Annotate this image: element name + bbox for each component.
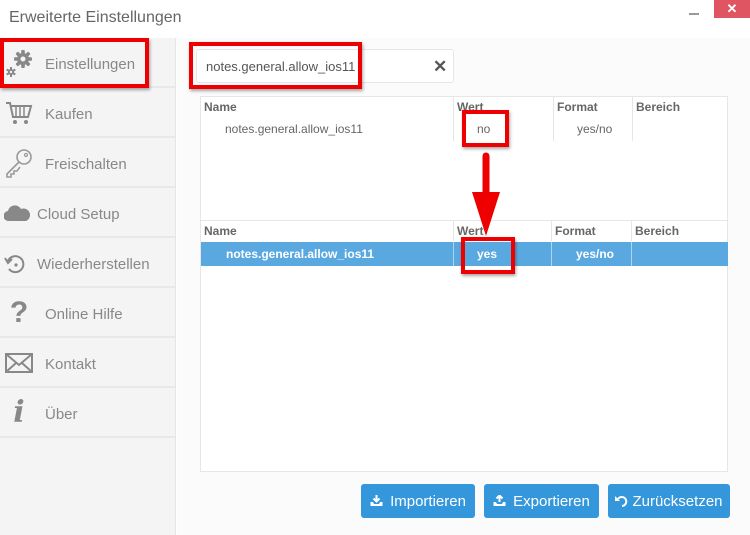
cell-format: yes/no <box>576 247 615 261</box>
close-icon: ✕ <box>726 1 738 16</box>
cell-value: no <box>477 122 491 136</box>
upload-icon <box>493 495 506 507</box>
sidebar-item-ueber[interactable]: i Über <box>0 388 175 438</box>
import-label: Importieren <box>390 492 466 510</box>
question-icon: ? <box>9 296 29 329</box>
sidebar-item-online-hilfe[interactable]: ? Online Hilfe <box>0 288 175 338</box>
import-button[interactable]: Importieren <box>361 484 475 518</box>
cell-value: yes <box>477 247 498 261</box>
sidebar-item-label: Cloud Setup <box>37 206 120 223</box>
column-header-format[interactable]: Format <box>555 224 596 238</box>
sidebar-item-label: Kaufen <box>45 106 93 123</box>
cart-icon <box>4 98 34 128</box>
sidebar-item-label: Online Hilfe <box>45 306 123 323</box>
sidebar-item-kaufen[interactable]: Kaufen <box>0 88 175 138</box>
cell-name: notes.general.allow_ios11 <box>226 247 375 261</box>
export-button[interactable]: Exportieren <box>484 484 599 518</box>
sidebar-item-wiederherstellen[interactable]: Wiederherstellen <box>0 238 175 288</box>
download-icon <box>370 495 383 507</box>
export-label: Exportieren <box>513 492 590 510</box>
table-row-selected[interactable]: notes.general.allow_ios11 yes yes/no <box>201 242 728 266</box>
title-bar: Erweiterte Einstellungen ✕ <box>0 0 750 38</box>
table-row[interactable]: notes.general.allow_ios11 no yes/no <box>201 117 728 141</box>
minimize-button[interactable] <box>682 4 706 20</box>
table-header: Name Wert Format Bereich <box>201 97 728 141</box>
cloud-icon <box>2 198 32 228</box>
sidebar-item-label: Über <box>45 406 78 423</box>
settings-table-panel: Name Wert Format Bereich notes.general.a… <box>200 96 728 472</box>
sidebar-item-cloud-setup[interactable]: Cloud Setup <box>0 188 175 238</box>
search-input[interactable]: notes.general.allow_ios11 ✕ <box>196 49 454 83</box>
gears-icon <box>4 48 34 78</box>
sidebar-item-freischalten[interactable]: Freischalten <box>0 138 175 188</box>
window-title: Erweiterte Einstellungen <box>9 9 182 26</box>
sidebar: Einstellungen Kaufen Freischalten Cloud … <box>0 38 176 535</box>
table-header: Name Wert Format Bereich <box>201 220 728 241</box>
sidebar-item-einstellungen[interactable]: Einstellungen <box>0 38 175 88</box>
envelope-icon <box>4 348 34 378</box>
key-icon <box>4 148 34 178</box>
close-button[interactable]: ✕ <box>714 0 750 18</box>
reset-label: Zurücksetzen <box>632 492 723 510</box>
clear-search-icon[interactable]: ✕ <box>433 57 447 77</box>
annotation-arrow-icon <box>472 152 500 236</box>
search-value: notes.general.allow_ios11 <box>206 59 356 74</box>
sidebar-item-kontakt[interactable]: Kontakt <box>0 338 175 388</box>
info-icon: i <box>13 395 25 430</box>
column-header-name[interactable]: Name <box>204 100 237 114</box>
undo-icon <box>615 495 628 507</box>
column-header-format[interactable]: Format <box>557 100 598 114</box>
column-header-range[interactable]: Bereich <box>635 224 679 238</box>
sidebar-item-label: Einstellungen <box>45 56 136 73</box>
cell-format: yes/no <box>577 122 613 136</box>
reset-button[interactable]: Zurücksetzen <box>608 484 730 518</box>
column-header-value[interactable]: Wert <box>457 100 483 114</box>
sidebar-item-label: Freischalten <box>45 156 127 173</box>
column-header-name[interactable]: Name <box>204 224 237 238</box>
sidebar-item-label: Wiederherstellen <box>37 256 150 273</box>
cell-name: notes.general.allow_ios11 <box>225 122 363 136</box>
column-header-range[interactable]: Bereich <box>636 100 680 114</box>
sidebar-item-label: Kontakt <box>45 356 96 373</box>
restore-icon <box>0 249 30 279</box>
